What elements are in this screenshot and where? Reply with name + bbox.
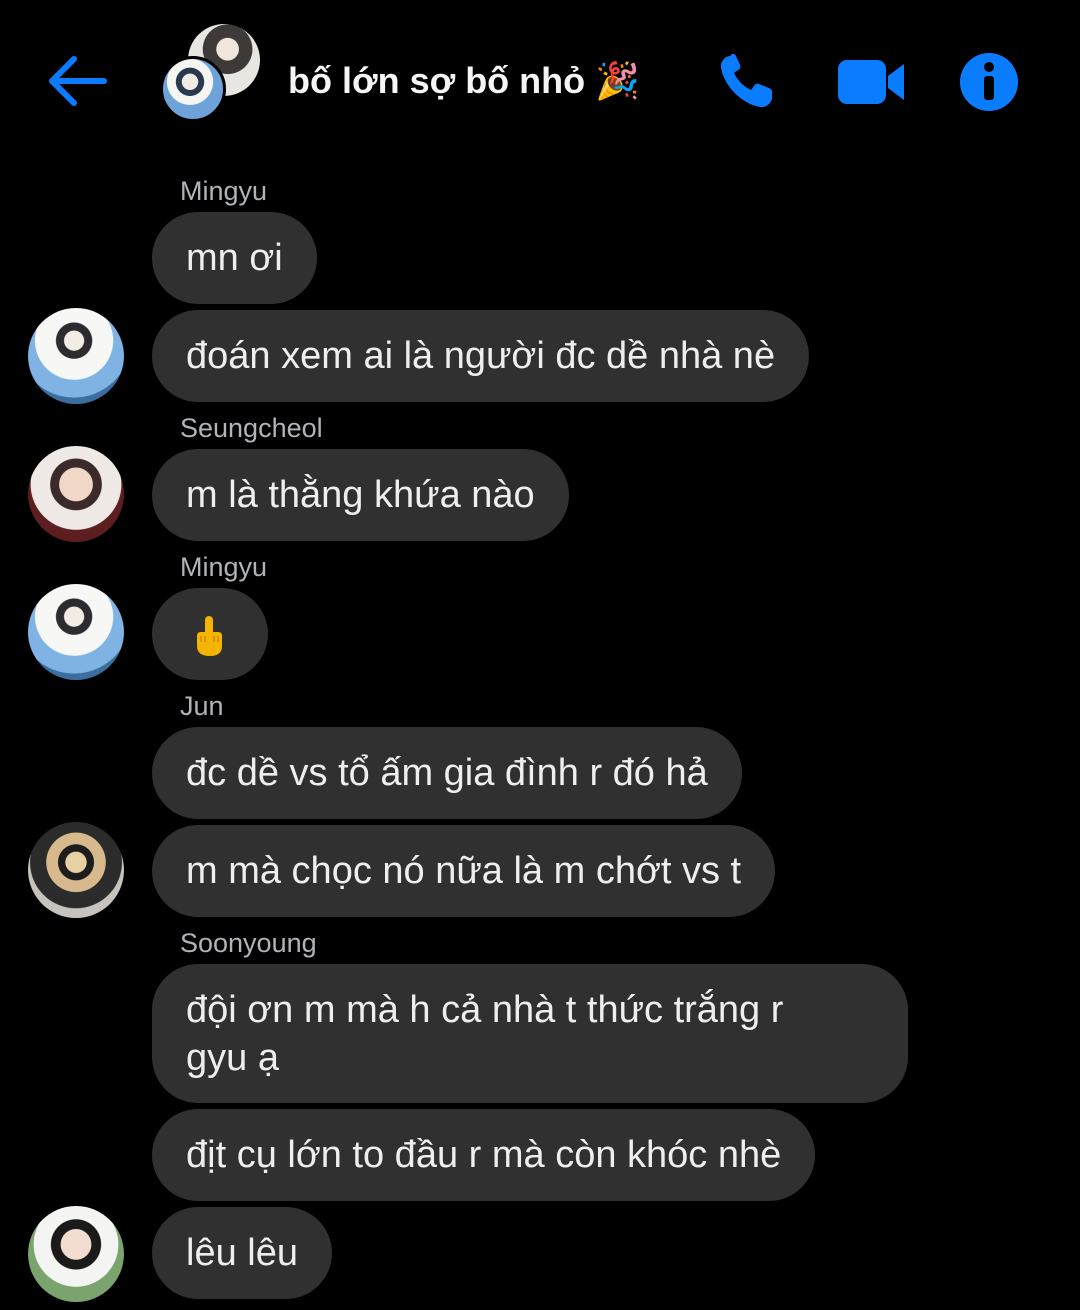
- phone-icon: [720, 54, 772, 108]
- message-text: m là thằng khứa nào: [186, 474, 535, 516]
- avatar-mingyu[interactable]: [28, 308, 124, 404]
- message-bubble[interactable]: đc dề vs tổ ấm gia đình r đó hả: [152, 727, 742, 819]
- message-bubble[interactable]: m mà chọc nó nữa là m chớt vs t: [152, 825, 776, 917]
- message-text: đoán xem ai là người đc dề nhà nè: [186, 335, 776, 377]
- avatar-soonyoung[interactable]: [28, 1206, 124, 1302]
- sender-name-jun: Jun: [180, 691, 224, 721]
- voice-call-button[interactable]: [716, 52, 780, 112]
- avatar-seungcheol[interactable]: [28, 446, 124, 542]
- message-bubble[interactable]: m là thằng khứa nào: [152, 449, 569, 541]
- video-camera-icon: [838, 60, 904, 104]
- message-text: lêu lêu: [186, 1232, 298, 1274]
- sender-name-seungcheol: Seungcheol: [180, 413, 323, 443]
- message-text: m mà chọc nó nữa là m chớt vs t: [186, 850, 742, 892]
- message-text: địt cụ lớn to đầu r mà còn khóc nhè: [186, 1134, 782, 1176]
- message-bubble[interactable]: lêu lêu: [152, 1207, 332, 1299]
- avatar-mingyu[interactable]: [28, 584, 124, 680]
- group-avatar-member-photo: [160, 56, 226, 122]
- sender-name-soonyoung: Soonyoung: [180, 928, 317, 958]
- message-bubble[interactable]: mn ơi: [152, 212, 317, 304]
- avatar-jun[interactable]: [28, 822, 124, 918]
- message-bubble[interactable]: [152, 588, 268, 680]
- message-text: mn ơi: [186, 237, 283, 279]
- sender-name-mingyu: Mingyu: [180, 176, 268, 206]
- chat-title[interactable]: bố lớn sợ bố nhỏ 🎉: [288, 60, 640, 102]
- chat-header: bố lớn sợ bố nhỏ 🎉: [0, 0, 1080, 160]
- info-button[interactable]: [958, 52, 1022, 112]
- middle-finger-emoji-icon: [197, 616, 222, 656]
- group-avatar[interactable]: [158, 24, 268, 128]
- message-text: đc dề vs tổ ấm gia đình r đó hả: [186, 752, 708, 794]
- message-bubble[interactable]: địt cụ lớn to đầu r mà còn khóc nhè: [152, 1109, 816, 1201]
- message-bubble[interactable]: đội ơn m mà h cả nhà t thức trắng r gyu …: [152, 964, 908, 1103]
- message-bubble[interactable]: đoán xem ai là người đc dề nhà nè: [152, 310, 810, 402]
- info-icon: [960, 53, 1018, 111]
- message-text-line: đội ơn m mà h cả nhà t thức trắng r: [186, 989, 784, 1031]
- back-arrow-icon: [49, 56, 107, 106]
- back-button[interactable]: [44, 50, 110, 112]
- video-call-button[interactable]: [836, 52, 908, 112]
- message-text-line: gyu ạ: [186, 1037, 279, 1079]
- sender-name-mingyu: Mingyu: [180, 552, 268, 582]
